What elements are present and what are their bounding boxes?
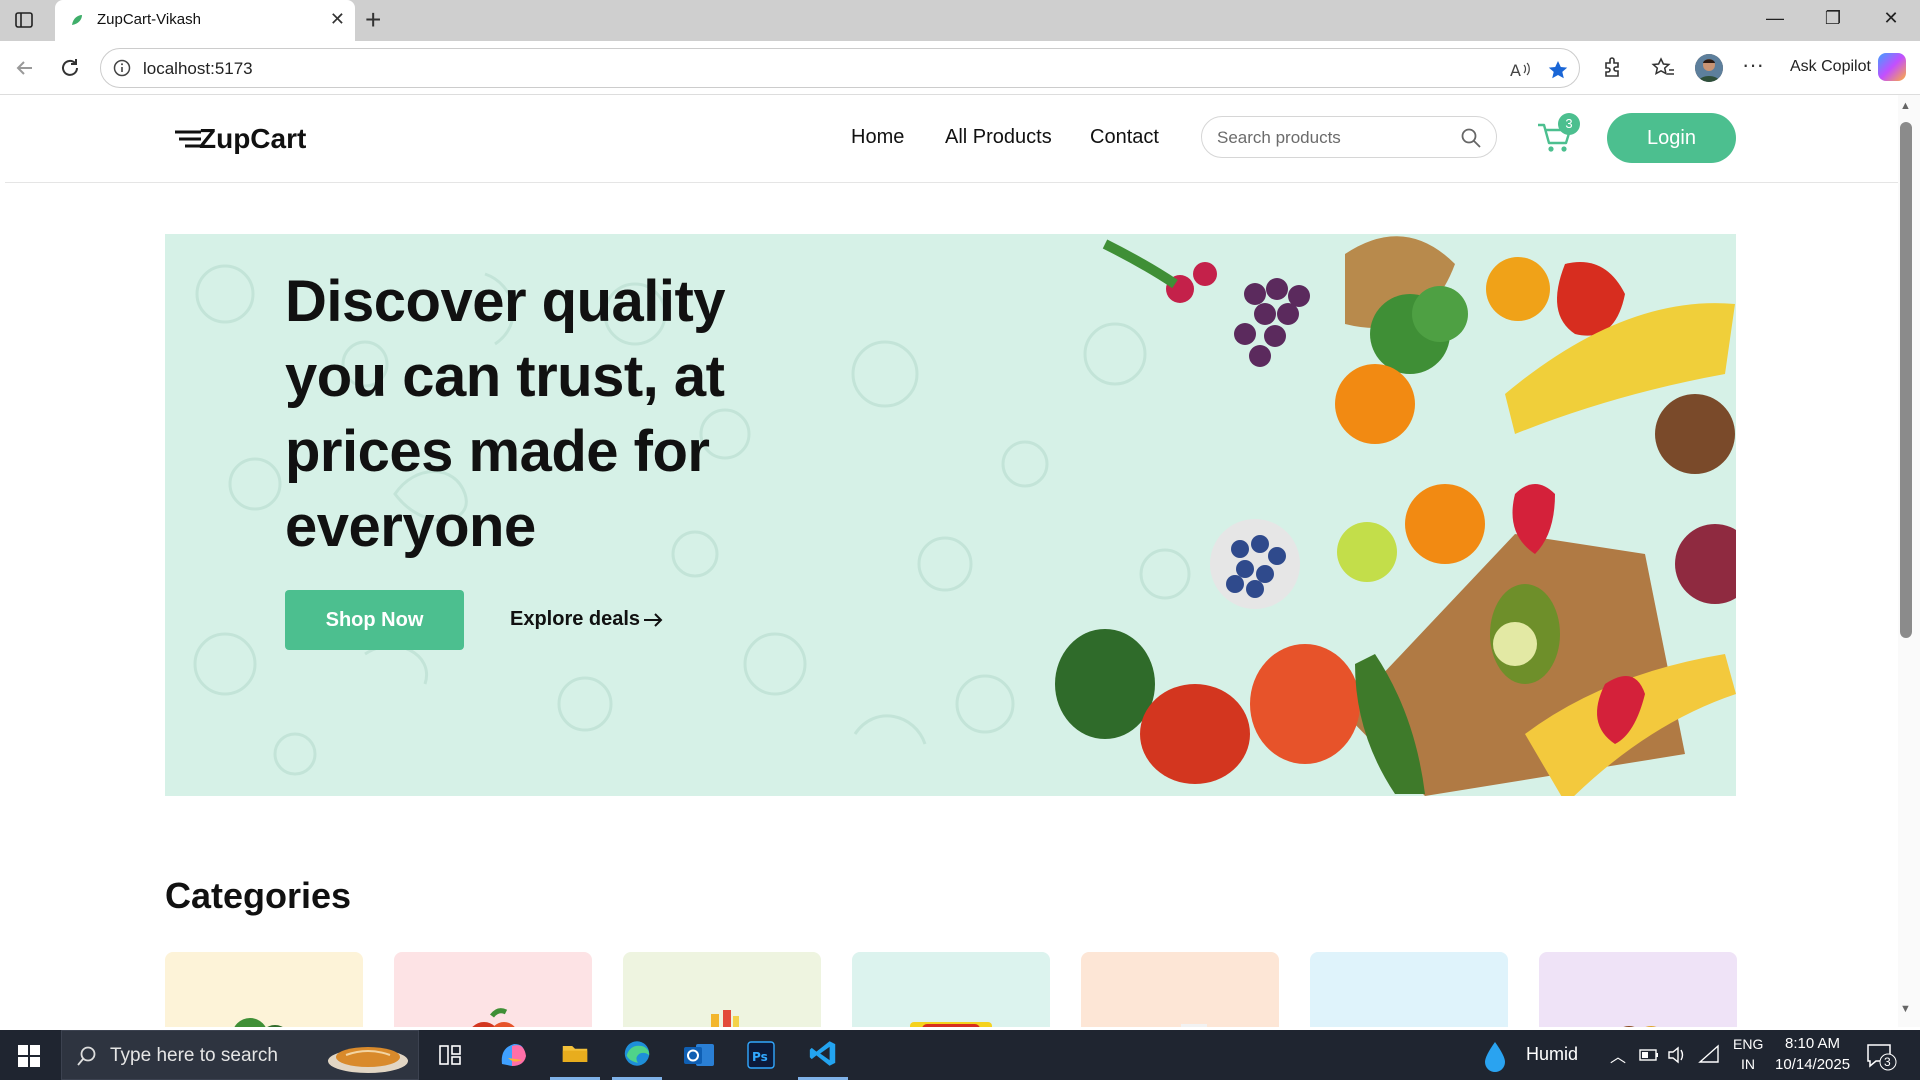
ask-copilot-button[interactable]: Ask Copilot (1790, 58, 1871, 76)
svg-text:A: A (1510, 61, 1521, 80)
category-card[interactable] (623, 952, 821, 1027)
outlook-icon[interactable] (674, 1030, 724, 1080)
reload-icon[interactable] (57, 55, 83, 81)
more-menu-icon[interactable]: ··· (1742, 54, 1768, 81)
category-card[interactable] (1081, 952, 1279, 1027)
weather-drop-icon[interactable] (1480, 1030, 1510, 1080)
volume-icon[interactable] (1666, 1030, 1688, 1080)
instant-food-image (910, 1022, 992, 1027)
search-icon[interactable] (1460, 127, 1482, 149)
bakery-image (1360, 986, 1458, 1027)
windows-start-icon[interactable] (18, 1045, 40, 1067)
category-card[interactable] (1539, 952, 1737, 1027)
hero-line-4: everyone (285, 494, 536, 559)
extensions-icon[interactable] (1600, 55, 1626, 81)
taskbar-search-input[interactable]: Type here to search (110, 1045, 278, 1067)
close-window-icon[interactable]: ✕ (1868, 8, 1914, 29)
windows-taskbar: Type here to search Ps Humid ︿ ENG IN 8:… (0, 1030, 1920, 1080)
url-text[interactable]: localhost:5173 (143, 59, 253, 79)
category-card[interactable] (852, 952, 1050, 1027)
tray-overflow-icon[interactable]: ︿ (1610, 1043, 1626, 1067)
hero-banner: Discover quality you can trust, at price… (165, 234, 1736, 796)
category-card[interactable] (165, 952, 363, 1027)
scroll-up-icon[interactable]: ▲ (1900, 100, 1911, 112)
copilot-icon[interactable] (1878, 53, 1906, 81)
site-header: ZupCart Home All Products Contact Search… (5, 95, 1898, 183)
hero-line-2: you can trust, at (285, 344, 725, 409)
hero-line-3: prices made for (285, 419, 710, 484)
vscode-icon[interactable] (798, 1030, 848, 1080)
sidebar-toggle-icon[interactable] (14, 10, 34, 30)
edge-browser-icon[interactable] (612, 1030, 662, 1080)
task-view-icon[interactable] (425, 1030, 475, 1080)
new-tab-button[interactable]: + (365, 4, 381, 36)
region-code[interactable]: IN (1741, 1056, 1755, 1072)
fruits-image (472, 1008, 515, 1027)
categories-row (165, 952, 1737, 1027)
scroll-down-icon[interactable]: ▼ (1900, 1003, 1911, 1015)
photoshop-icon[interactable]: Ps (736, 1030, 786, 1080)
nav-home[interactable]: Home (851, 126, 904, 149)
nav-all-products[interactable]: All Products (945, 126, 1052, 149)
taskbar-search[interactable]: Type here to search (61, 1030, 419, 1080)
clock-time[interactable]: 8:10 AM (1785, 1035, 1840, 1052)
pie-doodle-icon (328, 1047, 408, 1073)
vegetables-image (234, 1018, 283, 1027)
favicon-icon (72, 15, 82, 25)
profile-avatar[interactable] (1695, 54, 1723, 82)
beverages-image (711, 1010, 739, 1027)
back-icon[interactable] (12, 55, 38, 81)
spices-image (1623, 1026, 1657, 1027)
url-bar[interactable]: localhost:5173 A (100, 48, 1580, 88)
hero-line-1: Discover quality (285, 269, 726, 334)
file-explorer-icon[interactable] (550, 1030, 600, 1080)
scrollbar-thumb[interactable] (1900, 122, 1912, 638)
product-search[interactable]: Search products (1201, 116, 1497, 158)
produce-illustration (1055, 236, 1736, 796)
logo-text: ZupCart (199, 123, 307, 154)
favorites-icon[interactable] (1650, 55, 1676, 81)
read-aloud-icon[interactable]: A (1509, 59, 1531, 81)
search-input[interactable]: Search products (1217, 128, 1341, 148)
svg-text:Ps: Ps (752, 1050, 768, 1064)
cart-count-badge: 3 (1558, 113, 1580, 135)
category-card[interactable] (1310, 952, 1508, 1027)
notification-icon[interactable] (1860, 1030, 1900, 1080)
favorite-star-icon[interactable] (1547, 59, 1569, 81)
battery-icon[interactable] (1638, 1030, 1660, 1080)
dairy-image (1181, 1024, 1207, 1027)
weather-text[interactable]: Humid (1526, 1044, 1578, 1065)
explore-deals-link[interactable]: Explore deals (510, 608, 640, 631)
arrow-right-icon[interactable] (642, 610, 664, 630)
search-icon (77, 1046, 96, 1066)
browser-titlebar: ZupCart-Vikash ✕ + — ❐ ✕ (0, 0, 1920, 41)
tab-title: ZupCart-Vikash (97, 11, 201, 28)
nav-contact[interactable]: Contact (1090, 126, 1159, 149)
site-info-icon[interactable] (113, 59, 131, 77)
language-code[interactable]: ENG (1733, 1036, 1763, 1052)
browser-tab[interactable]: ZupCart-Vikash ✕ (55, 0, 355, 41)
clock-date[interactable]: 10/14/2025 (1775, 1056, 1850, 1073)
categories-heading: Categories (165, 875, 352, 916)
login-button[interactable]: Login (1607, 113, 1736, 163)
notification-count: 3 (1884, 1055, 1891, 1069)
category-card[interactable] (394, 952, 592, 1027)
page-viewport: ZupCart Home All Products Contact Search… (5, 95, 1898, 1027)
close-tab-icon[interactable]: ✕ (330, 9, 345, 30)
shop-now-button[interactable]: Shop Now (285, 590, 464, 650)
copilot-app-icon[interactable] (488, 1030, 538, 1080)
minimize-icon[interactable]: — (1752, 8, 1798, 29)
hero-headline: Discover quality you can trust, at price… (285, 264, 805, 564)
address-toolbar: localhost:5173 A ··· Ask Copilot (0, 41, 1920, 95)
restore-icon[interactable]: ❐ (1810, 8, 1856, 29)
network-icon[interactable] (1698, 1030, 1720, 1080)
